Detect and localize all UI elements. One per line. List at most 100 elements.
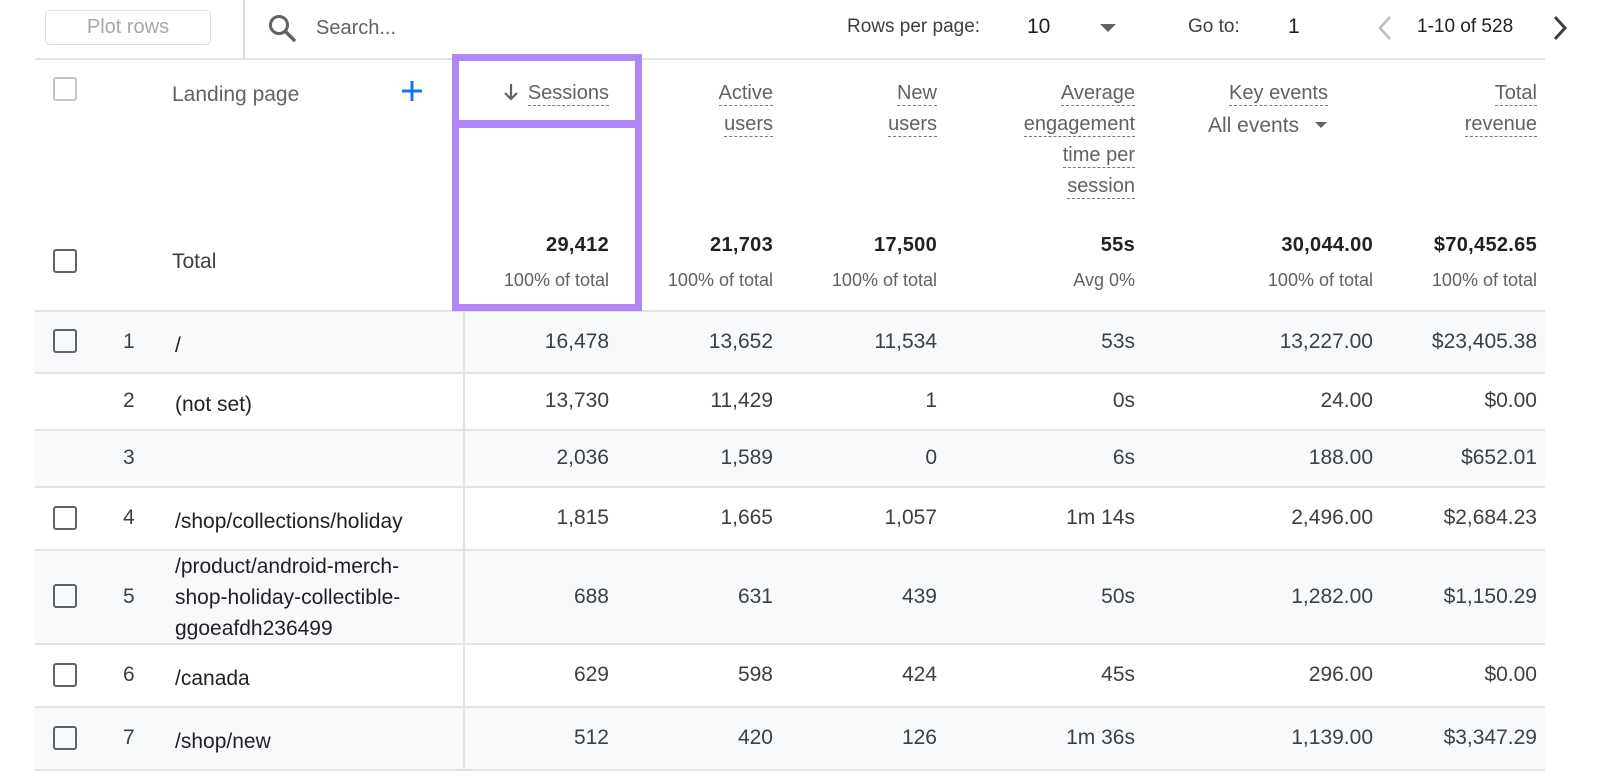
new-users-cell: 439 bbox=[901, 584, 937, 608]
total-revenue-share: 100% of total bbox=[1431, 270, 1537, 290]
plot-rows-button[interactable]: Plot rows bbox=[45, 10, 211, 45]
column-divider bbox=[463, 645, 465, 706]
row-index: 4 bbox=[123, 506, 135, 529]
avg-engagement-cell: 1m 36s bbox=[1066, 726, 1135, 749]
search-icon bbox=[269, 15, 296, 42]
column-divider bbox=[463, 312, 465, 372]
key-events-header[interactable]: Key events bbox=[1229, 78, 1328, 109]
column-divider bbox=[463, 708, 465, 769]
new-users-cell: 0 bbox=[925, 446, 937, 469]
sessions-cell: 688 bbox=[573, 584, 609, 608]
total-revenue-cell: $0.00 bbox=[1484, 663, 1537, 686]
active-users-cell: 598 bbox=[737, 663, 773, 686]
landing-page-cell[interactable]: /shop/new bbox=[175, 726, 445, 757]
total-revenue-cell: $652.01 bbox=[1461, 446, 1537, 469]
total-active-users: 21,703 bbox=[710, 234, 773, 256]
landing-page-header[interactable]: Landing page bbox=[172, 83, 299, 107]
key-events-cell: 13,227.00 bbox=[1279, 329, 1373, 353]
active-users-cell: 11,429 bbox=[710, 389, 773, 412]
select-all-checkbox[interactable] bbox=[53, 77, 77, 101]
active-users-cell: 13,652 bbox=[708, 329, 773, 353]
table-body: 1 / 16,478 13,652 11,534 53s 13,227.00 $… bbox=[35, 312, 1545, 771]
active-users-cell: 1,665 bbox=[720, 506, 773, 529]
table-row[interactable]: 4 /shop/collections/holiday 1,815 1,665 … bbox=[35, 488, 1545, 551]
toolbar-divider bbox=[243, 0, 245, 58]
total-active-users-share: 100% of total bbox=[667, 270, 773, 290]
sessions-cell: 1,815 bbox=[556, 506, 609, 529]
active-users-cell: 631 bbox=[737, 584, 773, 608]
avg-engagement-cell: 53s bbox=[1101, 329, 1135, 353]
table-toolbar: Plot rows Rows per page: 10 Go to: 1 1-1… bbox=[0, 0, 1600, 58]
total-key-events-share: 100% of total bbox=[1267, 270, 1373, 290]
total-revenue: $70,452.65 bbox=[1433, 234, 1537, 256]
row-checkbox[interactable] bbox=[53, 505, 77, 530]
table-row[interactable]: 7 /shop/new 512 420 126 1m 36s 1,139.00 … bbox=[35, 708, 1545, 771]
sessions-cell: 13,730 bbox=[544, 389, 609, 412]
rows-per-page-label: Rows per page: bbox=[847, 16, 981, 37]
table-row[interactable]: 2 (not set) 13,730 11,429 1 0s 24.00 $0.… bbox=[35, 374, 1545, 431]
total-avg-engagement-sub: Avg 0% bbox=[1073, 270, 1135, 290]
caret-down-icon[interactable] bbox=[1100, 24, 1116, 32]
row-checkbox[interactable] bbox=[53, 584, 77, 608]
avg-engagement-header[interactable]: Average engagement time per session bbox=[1023, 78, 1135, 202]
row-index: 6 bbox=[123, 663, 135, 686]
new-users-cell: 1,057 bbox=[884, 506, 937, 529]
table-row[interactable]: 1 / 16,478 13,652 11,534 53s 13,227.00 $… bbox=[35, 312, 1545, 374]
new-users-cell: 1 bbox=[925, 389, 937, 412]
active-users-cell: 420 bbox=[737, 726, 773, 749]
row-index: 5 bbox=[123, 584, 135, 608]
landing-page-cell[interactable]: /shop/collections/holiday bbox=[175, 506, 445, 537]
total-avg-engagement: 55s bbox=[1100, 234, 1135, 256]
sessions-header[interactable]: Sessions bbox=[502, 78, 609, 109]
total-new-users: 17,500 bbox=[874, 234, 937, 256]
row-checkbox[interactable] bbox=[53, 662, 77, 687]
total-revenue-header[interactable]: Total revenue bbox=[1464, 78, 1537, 140]
go-to-label: Go to: bbox=[1188, 16, 1240, 37]
total-row-checkbox[interactable] bbox=[53, 249, 77, 273]
row-index: 7 bbox=[123, 726, 135, 749]
table-row[interactable]: 6 /canada 629 598 424 45s 296.00 $0.00 bbox=[35, 645, 1545, 708]
column-divider bbox=[463, 431, 465, 486]
new-users-cell: 424 bbox=[901, 663, 937, 686]
landing-page-cell[interactable]: / bbox=[175, 330, 445, 361]
go-to-page-input[interactable]: 1 bbox=[1288, 15, 1300, 39]
table-row[interactable]: 5 /product/android-merch-shop-holiday-co… bbox=[35, 551, 1545, 645]
landing-page-cell[interactable]: (not set) bbox=[175, 389, 445, 420]
active-users-header[interactable]: Active users bbox=[718, 78, 773, 140]
chevron-left-icon[interactable] bbox=[1372, 12, 1400, 44]
row-index: 3 bbox=[123, 446, 135, 469]
rows-per-page-value[interactable]: 10 bbox=[1027, 15, 1050, 39]
key-events-cell: 1,282.00 bbox=[1291, 584, 1373, 608]
table-header: Landing page Sessions Active users New u… bbox=[35, 60, 1545, 312]
plus-icon[interactable] bbox=[399, 78, 425, 104]
key-events-cell: 1,139.00 bbox=[1291, 726, 1373, 749]
column-divider bbox=[463, 374, 465, 429]
total-new-users-share: 100% of total bbox=[831, 270, 937, 290]
new-users-header[interactable]: New users bbox=[888, 78, 937, 140]
landing-page-cell[interactable]: /canada bbox=[175, 663, 445, 694]
avg-engagement-cell: 1m 14s bbox=[1066, 506, 1135, 529]
key-events-selector[interactable]: All events bbox=[1208, 114, 1328, 138]
row-index: 2 bbox=[123, 389, 135, 412]
sessions-cell: 16,478 bbox=[544, 329, 609, 353]
row-checkbox[interactable] bbox=[53, 329, 77, 353]
column-divider bbox=[463, 551, 465, 643]
chevron-right-icon[interactable] bbox=[1546, 12, 1574, 44]
table-row[interactable]: 3 2,036 1,589 0 6s 188.00 $652.01 bbox=[35, 431, 1545, 488]
avg-engagement-cell: 50s bbox=[1101, 584, 1135, 608]
sessions-cell: 512 bbox=[573, 726, 609, 749]
key-events-cell: 24.00 bbox=[1320, 389, 1373, 412]
column-divider bbox=[463, 488, 465, 549]
key-events-cell: 2,496.00 bbox=[1291, 506, 1373, 529]
total-revenue-cell: $1,150.29 bbox=[1443, 584, 1537, 608]
total-label: Total bbox=[172, 250, 217, 273]
total-key-events: 30,044.00 bbox=[1281, 234, 1373, 256]
total-revenue-cell: $0.00 bbox=[1484, 389, 1537, 412]
row-checkbox[interactable] bbox=[53, 725, 77, 750]
total-revenue-cell: $23,405.38 bbox=[1431, 329, 1537, 353]
landing-page-cell[interactable]: /product/android-merch-shop-holiday-coll… bbox=[175, 551, 445, 644]
sessions-cell: 2,036 bbox=[556, 446, 609, 469]
search-input[interactable] bbox=[316, 12, 616, 44]
avg-engagement-cell: 45s bbox=[1101, 663, 1135, 686]
page-range: 1-10 of 528 bbox=[1417, 16, 1514, 37]
